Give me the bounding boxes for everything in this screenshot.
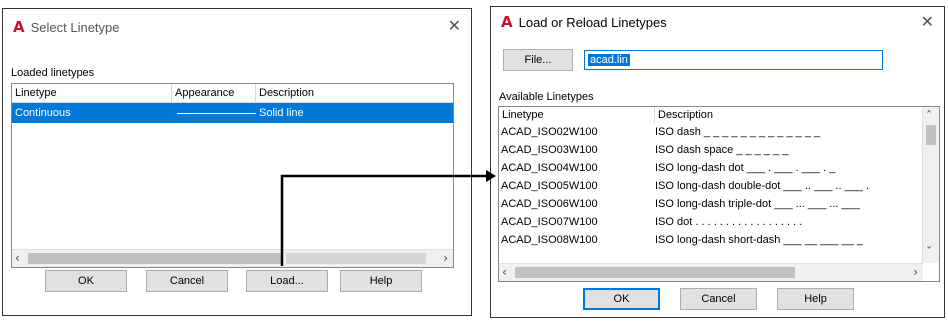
list-item[interactable]: ACAD_ISO05W100 ISO long-dash double-dot …: [499, 177, 939, 195]
list-header: Linetype Appearance Description: [12, 84, 453, 103]
linetype-name: ACAD_ISO07W100: [501, 216, 598, 228]
linetype-name: ACAD_ISO03W100: [501, 144, 598, 156]
select-linetype-dialog: A Select Linetype ✕ Loaded linetypes Lin…: [2, 8, 472, 316]
linetype-description: ISO dot . . . . . . . . . . . . . . . . …: [655, 216, 803, 228]
linetype-name: ACAD_ISO02W100: [501, 126, 598, 138]
linetype-description: ISO dash space _ _ _ _ _ _: [655, 144, 789, 156]
linetype-description: ISO long-dash double-dot ___ .. ___ .. _…: [655, 180, 870, 192]
close-icon[interactable]: ✕: [448, 16, 461, 35]
horizontal-scrollbar[interactable]: ‹ ›: [12, 249, 453, 267]
available-linetypes-label: Available Linetypes: [499, 91, 594, 103]
chevron-right-icon[interactable]: ›: [913, 265, 918, 279]
linetype-name: ACAD_ISO08W100: [501, 234, 598, 246]
autocad-logo-icon: A: [501, 13, 513, 31]
file-name-value: acad.lin: [588, 54, 630, 66]
loaded-linetypes-label: Loaded linetypes: [11, 67, 95, 79]
list-header: Linetype Description: [499, 107, 939, 123]
scrollbar-track-segment: [286, 253, 426, 264]
column-header-linetype[interactable]: Linetype: [499, 107, 655, 123]
file-name-field[interactable]: acad.lin: [584, 50, 883, 70]
list-item[interactable]: ACAD_ISO04W100 ISO long-dash dot ___ . _…: [499, 159, 939, 177]
column-header-linetype[interactable]: Linetype: [12, 84, 172, 102]
linetype-description: Solid line: [259, 107, 304, 119]
chevron-up-icon[interactable]: ˆ: [926, 109, 932, 123]
linetype-name: ACAD_ISO06W100: [501, 198, 598, 210]
linetype-name: Continuous: [15, 107, 71, 119]
ok-button[interactable]: OK: [583, 288, 660, 310]
autocad-logo-icon: A: [13, 18, 25, 36]
scrollbar-thumb[interactable]: [515, 267, 795, 278]
chevron-down-icon[interactable]: ˇ: [926, 245, 932, 259]
vertical-scrollbar[interactable]: ˆ ˇ: [922, 107, 939, 263]
linetype-name: ACAD_ISO05W100: [501, 180, 598, 192]
horizontal-scrollbar[interactable]: ‹ ›: [499, 263, 923, 281]
linetype-description: ISO long-dash dot ___ . ___ . ___ . _: [655, 162, 836, 174]
list-item[interactable]: ACAD_ISO07W100 ISO dot . . . . . . . . .…: [499, 213, 939, 231]
column-header-description[interactable]: Description: [655, 107, 905, 123]
close-icon[interactable]: ✕: [921, 12, 934, 31]
column-header-description[interactable]: Description: [256, 84, 453, 102]
scrollbar-thumb[interactable]: [28, 253, 283, 264]
dialog-title: Load or Reload Linetypes: [518, 14, 667, 30]
dialog-title-bar: A Load or Reload Linetypes: [501, 10, 667, 34]
loaded-linetypes-list[interactable]: Linetype Appearance Description Continuo…: [11, 83, 454, 268]
load-button[interactable]: Load...: [246, 270, 328, 292]
chevron-right-icon[interactable]: ›: [443, 251, 448, 265]
ok-button[interactable]: OK: [45, 270, 127, 292]
list-item[interactable]: ACAD_ISO02W100 ISO dash _ _ _ _ _ _ _ _ …: [499, 123, 939, 141]
help-button[interactable]: Help: [340, 270, 422, 292]
solid-line-sample: [177, 112, 256, 114]
file-button[interactable]: File...: [503, 49, 573, 71]
list-item[interactable]: ACAD_ISO08W100 ISO long-dash short-dash …: [499, 231, 939, 249]
linetype-description: ISO long-dash short-dash ___ __ ___ __ _: [655, 234, 863, 246]
linetype-description: ISO dash _ _ _ _ _ _ _ _ _ _ _ _ _: [655, 126, 821, 138]
list-item[interactable]: ACAD_ISO03W100 ISO dash space _ _ _ _ _ …: [499, 141, 939, 159]
column-header-appearance[interactable]: Appearance: [172, 84, 256, 102]
list-item[interactable]: Continuous Solid line: [12, 103, 453, 123]
dialog-title-bar: A Select Linetype: [13, 15, 120, 39]
linetype-name: ACAD_ISO04W100: [501, 162, 598, 174]
cancel-button[interactable]: Cancel: [680, 288, 757, 310]
appearance-sample: [172, 112, 256, 114]
chevron-left-icon[interactable]: ‹: [502, 265, 507, 279]
list-item[interactable]: ACAD_ISO06W100 ISO long-dash triple-dot …: [499, 195, 939, 213]
scrollbar-thumb[interactable]: [926, 125, 936, 145]
load-linetypes-dialog: A Load or Reload Linetypes ✕ File... aca…: [490, 6, 945, 318]
available-linetypes-list[interactable]: Linetype Description ACAD_ISO02W100 ISO …: [498, 106, 940, 282]
dialog-title: Select Linetype: [30, 19, 120, 35]
chevron-left-icon[interactable]: ‹: [15, 251, 20, 265]
help-button[interactable]: Help: [777, 288, 854, 310]
linetype-description: ISO long-dash triple-dot ___ ... ___ ...…: [655, 198, 860, 210]
cancel-button[interactable]: Cancel: [146, 270, 228, 292]
